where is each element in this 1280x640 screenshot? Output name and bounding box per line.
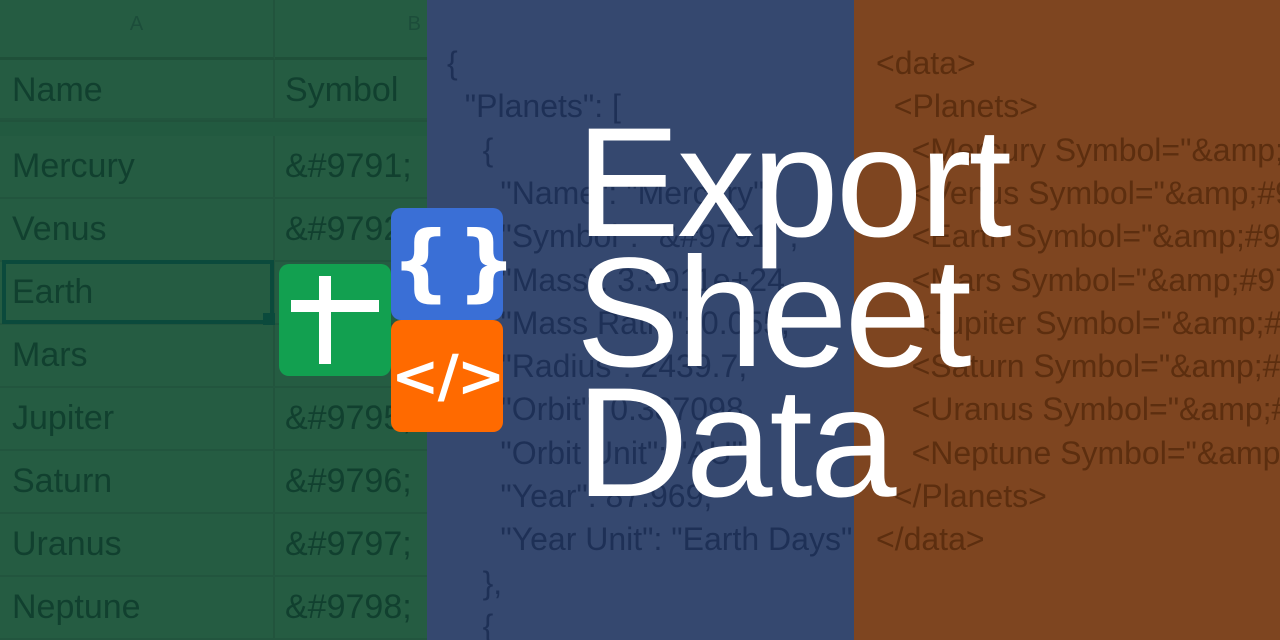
frozen-row-divider [0,120,427,136]
cell-symbol[interactable]: &#9791; [275,136,427,197]
code-tag-icon: </> [391,320,505,432]
table-row: Saturn &#9796; [0,451,427,514]
plus-bar-horizontal [291,300,379,312]
cell-name[interactable]: Uranus [0,514,275,575]
cell-name[interactable]: Venus [0,199,275,260]
table-row: Neptune &#9798; [0,577,427,640]
cell-symbol[interactable]: &#9797; [275,514,427,575]
cell-name-header[interactable]: Name [0,60,275,118]
table-row: Uranus &#9797; [0,514,427,577]
json-code-line: { [447,131,494,168]
column-header-b[interactable]: B [275,0,427,60]
cell-symbol-header[interactable]: Symbol [275,60,427,118]
column-header-a[interactable]: A [0,0,275,60]
json-code-line: { [447,607,494,640]
table-row: Jupiter &#9795; [0,388,427,451]
cell-name[interactable]: Jupiter [0,388,275,449]
table-row: Venus &#9792; [0,199,427,262]
fill-handle[interactable] [263,313,275,325]
header-row: Name Symbol [0,60,427,120]
cell-name[interactable]: Mercury [0,136,275,197]
cell-name[interactable]: Saturn [0,451,275,512]
cell-name[interactable]: Neptune [0,577,275,638]
cell-name[interactable]: Mars [0,325,275,386]
xml-code-line: </Planets> [876,478,1047,514]
json-code-line: }, [447,564,503,601]
curly-braces-icon: {} [391,208,517,320]
plus-grid-icon [279,264,391,376]
xml-code-line: <Neptune Symbol="&amp;#9798;" [911,434,1280,471]
plus-bar-vertical [319,276,331,364]
xml-code-line: <data> [876,45,976,81]
cell-symbol[interactable]: &#9798; [275,577,427,638]
title-data: Data [576,356,897,530]
cell-symbol[interactable]: &#9796; [275,451,427,512]
table-row: Mercury &#9791; [0,136,427,199]
json-code-line: { [447,45,458,81]
selected-cell-outline [2,260,274,324]
